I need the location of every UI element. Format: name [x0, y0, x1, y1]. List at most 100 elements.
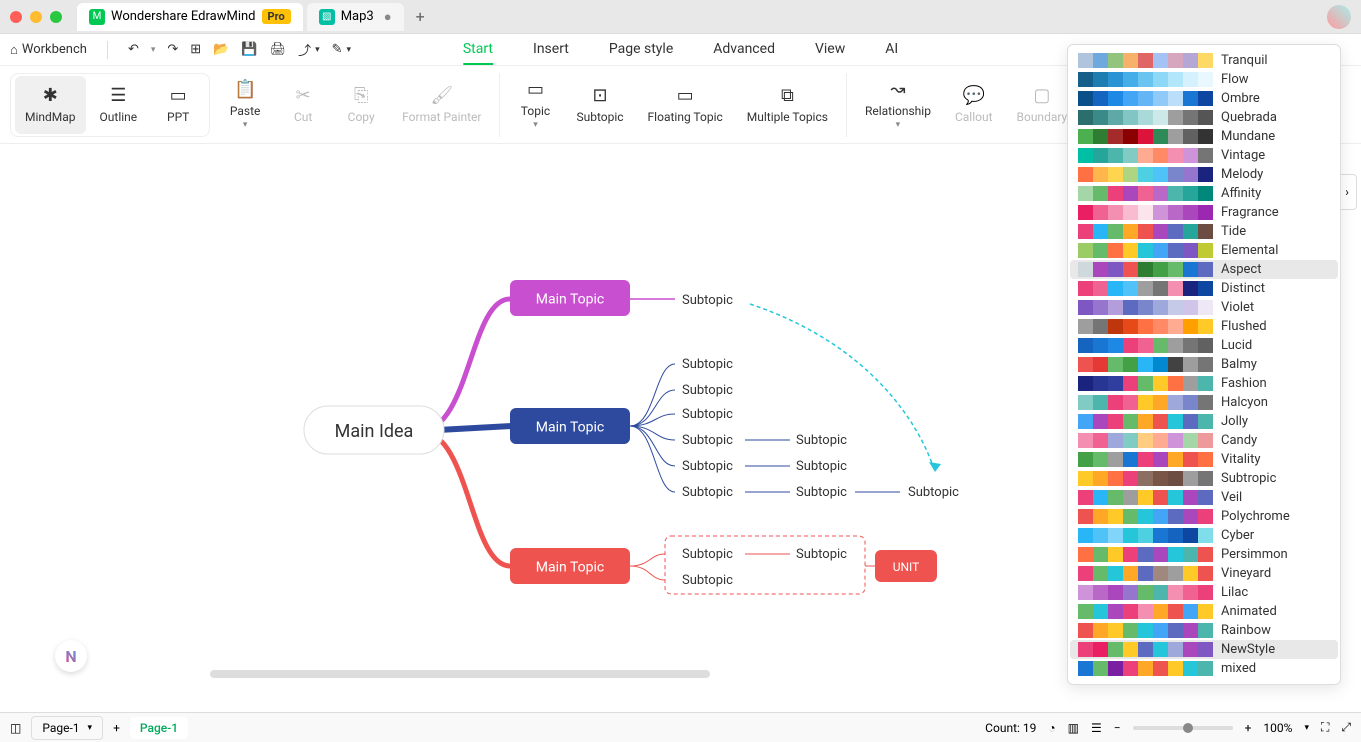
- theme-row-balmy[interactable]: Balmy: [1070, 355, 1338, 374]
- theme-row-newstyle[interactable]: NewStyle: [1070, 640, 1338, 659]
- workbench-button[interactable]: ⌂ Workbench: [10, 42, 87, 58]
- theme-row-flow[interactable]: Flow: [1070, 70, 1338, 89]
- redo-button[interactable]: ↷: [167, 42, 178, 57]
- tab-advanced[interactable]: Advanced: [713, 35, 775, 65]
- zoom-out-button[interactable]: −: [1114, 721, 1121, 735]
- share-button[interactable]: ✎ ▾: [332, 42, 351, 57]
- theme-row-halcyon[interactable]: Halcyon: [1070, 393, 1338, 412]
- page-selector[interactable]: Page-1▾: [31, 716, 103, 740]
- maximize-window[interactable]: [50, 11, 62, 23]
- new-button[interactable]: ⊞: [190, 42, 201, 57]
- page-tab-current[interactable]: Page-1: [130, 717, 188, 739]
- subtopic[interactable]: Subtopic: [682, 433, 733, 448]
- subtopic[interactable]: Subtopic: [682, 485, 733, 500]
- outline-view-button[interactable]: ☰Outline: [90, 76, 148, 134]
- theme-row-lilac[interactable]: Lilac: [1070, 583, 1338, 602]
- theme-row-fashion[interactable]: Fashion: [1070, 374, 1338, 393]
- mindmap-view-button[interactable]: ✱MindMap: [15, 76, 86, 134]
- add-tab-button[interactable]: +: [408, 7, 433, 26]
- theme-row-vineyard[interactable]: Vineyard: [1070, 564, 1338, 583]
- theme-row-persimmon[interactable]: Persimmon: [1070, 545, 1338, 564]
- ppt-view-button[interactable]: ▭PPT: [151, 76, 205, 134]
- subtopic[interactable]: Subtopic: [796, 547, 847, 562]
- subtopic[interactable]: Subtopic: [682, 383, 733, 398]
- theme-row-distinct[interactable]: Distinct: [1070, 279, 1338, 298]
- tab-insert[interactable]: Insert: [533, 35, 569, 65]
- theme-row-animated[interactable]: Animated: [1070, 602, 1338, 621]
- theme-row-subtropic[interactable]: Subtropic: [1070, 469, 1338, 488]
- pie-icon[interactable]: ◔: [1048, 721, 1055, 735]
- paste-button[interactable]: 📋Paste▾: [218, 73, 272, 137]
- theme-row-jolly[interactable]: Jolly: [1070, 412, 1338, 431]
- theme-row-lucid[interactable]: Lucid: [1070, 336, 1338, 355]
- floating-topic-button[interactable]: ▭Floating Topic: [638, 73, 733, 137]
- theme-row-ombre[interactable]: Ombre: [1070, 89, 1338, 108]
- subtopic[interactable]: Subtopic: [796, 433, 847, 448]
- theme-row-vintage[interactable]: Vintage: [1070, 146, 1338, 165]
- tab-start[interactable]: Start: [463, 35, 493, 65]
- theme-row-violet[interactable]: Violet: [1070, 298, 1338, 317]
- zoom-in-button[interactable]: +: [1245, 721, 1252, 735]
- list-icon[interactable]: ☰: [1091, 721, 1102, 735]
- undo-button[interactable]: ↶: [128, 42, 139, 57]
- theme-row-flushed[interactable]: Flushed: [1070, 317, 1338, 336]
- zoom-slider[interactable]: [1133, 726, 1233, 730]
- relationship-button[interactable]: ↝Relationship▾: [855, 73, 941, 137]
- theme-row-elemental[interactable]: Elemental: [1070, 241, 1338, 260]
- format-painter-button[interactable]: 🖌Format Painter: [392, 73, 491, 137]
- ai-fab-button[interactable]: N: [55, 640, 87, 672]
- tab-ai[interactable]: AI: [885, 35, 898, 65]
- tab-pagestyle[interactable]: Page style: [609, 35, 673, 65]
- topic2-node[interactable]: Main Topic: [536, 420, 604, 436]
- theme-row-fragrance[interactable]: Fragrance: [1070, 203, 1338, 222]
- theme-row-melody[interactable]: Melody: [1070, 165, 1338, 184]
- unit-node[interactable]: UNIT: [893, 560, 920, 574]
- theme-row-mixed[interactable]: mixed: [1070, 659, 1338, 678]
- theme-row-affinity[interactable]: Affinity: [1070, 184, 1338, 203]
- theme-row-rainbow[interactable]: Rainbow: [1070, 621, 1338, 640]
- subtopic[interactable]: Subtopic: [682, 407, 733, 422]
- cut-button[interactable]: ✂Cut: [276, 73, 330, 137]
- user-avatar[interactable]: [1327, 5, 1351, 29]
- callout-button[interactable]: 💬Callout: [945, 73, 1003, 137]
- minimize-window[interactable]: [30, 11, 42, 23]
- outline-toggle[interactable]: ◫: [10, 721, 21, 735]
- save-button[interactable]: 💾: [241, 42, 257, 57]
- subtopic[interactable]: Subtopic: [682, 293, 733, 308]
- theme-row-candy[interactable]: Candy: [1070, 431, 1338, 450]
- subtopic[interactable]: Subtopic: [796, 485, 847, 500]
- add-page-button[interactable]: +: [113, 721, 120, 735]
- theme-row-vitality[interactable]: Vitality: [1070, 450, 1338, 469]
- subtopic[interactable]: Subtopic: [682, 547, 733, 562]
- open-button[interactable]: 📂: [213, 42, 229, 57]
- theme-row-tranquil[interactable]: Tranquil: [1070, 51, 1338, 70]
- theme-row-tide[interactable]: Tide: [1070, 222, 1338, 241]
- subtopic[interactable]: Subtopic: [796, 459, 847, 474]
- tab-view[interactable]: View: [815, 35, 845, 65]
- subtopic-button[interactable]: ⊡Subtopic: [566, 73, 633, 137]
- export-button[interactable]: ⤴ ▾: [298, 40, 320, 59]
- topic1-node[interactable]: Main Topic: [536, 292, 604, 308]
- document-tab[interactable]: ▧ Map3 ●: [307, 3, 404, 31]
- layout-icon[interactable]: ▥: [1068, 721, 1079, 735]
- theme-row-cyber[interactable]: Cyber: [1070, 526, 1338, 545]
- close-window[interactable]: [10, 11, 22, 23]
- fit-button[interactable]: ⛶: [1321, 720, 1329, 735]
- subtopic[interactable]: Subtopic: [682, 357, 733, 372]
- theme-row-mundane[interactable]: Mundane: [1070, 127, 1338, 146]
- theme-row-polychrome[interactable]: Polychrome: [1070, 507, 1338, 526]
- main-idea-node[interactable]: Main Idea: [335, 421, 414, 442]
- multiple-topics-button[interactable]: ⧉Multiple Topics: [737, 73, 838, 137]
- theme-row-quebrada[interactable]: Quebrada: [1070, 108, 1338, 127]
- fullscreen-button[interactable]: ⤢: [1341, 720, 1351, 735]
- topic3-node[interactable]: Main Topic: [536, 560, 604, 576]
- subtopic[interactable]: Subtopic: [908, 485, 959, 500]
- subtopic[interactable]: Subtopic: [682, 459, 733, 474]
- copy-button[interactable]: ⎘Copy: [334, 73, 388, 137]
- app-tab[interactable]: M Wondershare EdrawMind Pro: [77, 3, 303, 31]
- theme-row-veil[interactable]: Veil: [1070, 488, 1338, 507]
- topic-button[interactable]: ▭Topic▾: [508, 73, 562, 137]
- print-button[interactable]: 🖨: [270, 42, 287, 57]
- subtopic[interactable]: Subtopic: [682, 573, 733, 588]
- theme-row-aspect[interactable]: Aspect: [1070, 260, 1338, 279]
